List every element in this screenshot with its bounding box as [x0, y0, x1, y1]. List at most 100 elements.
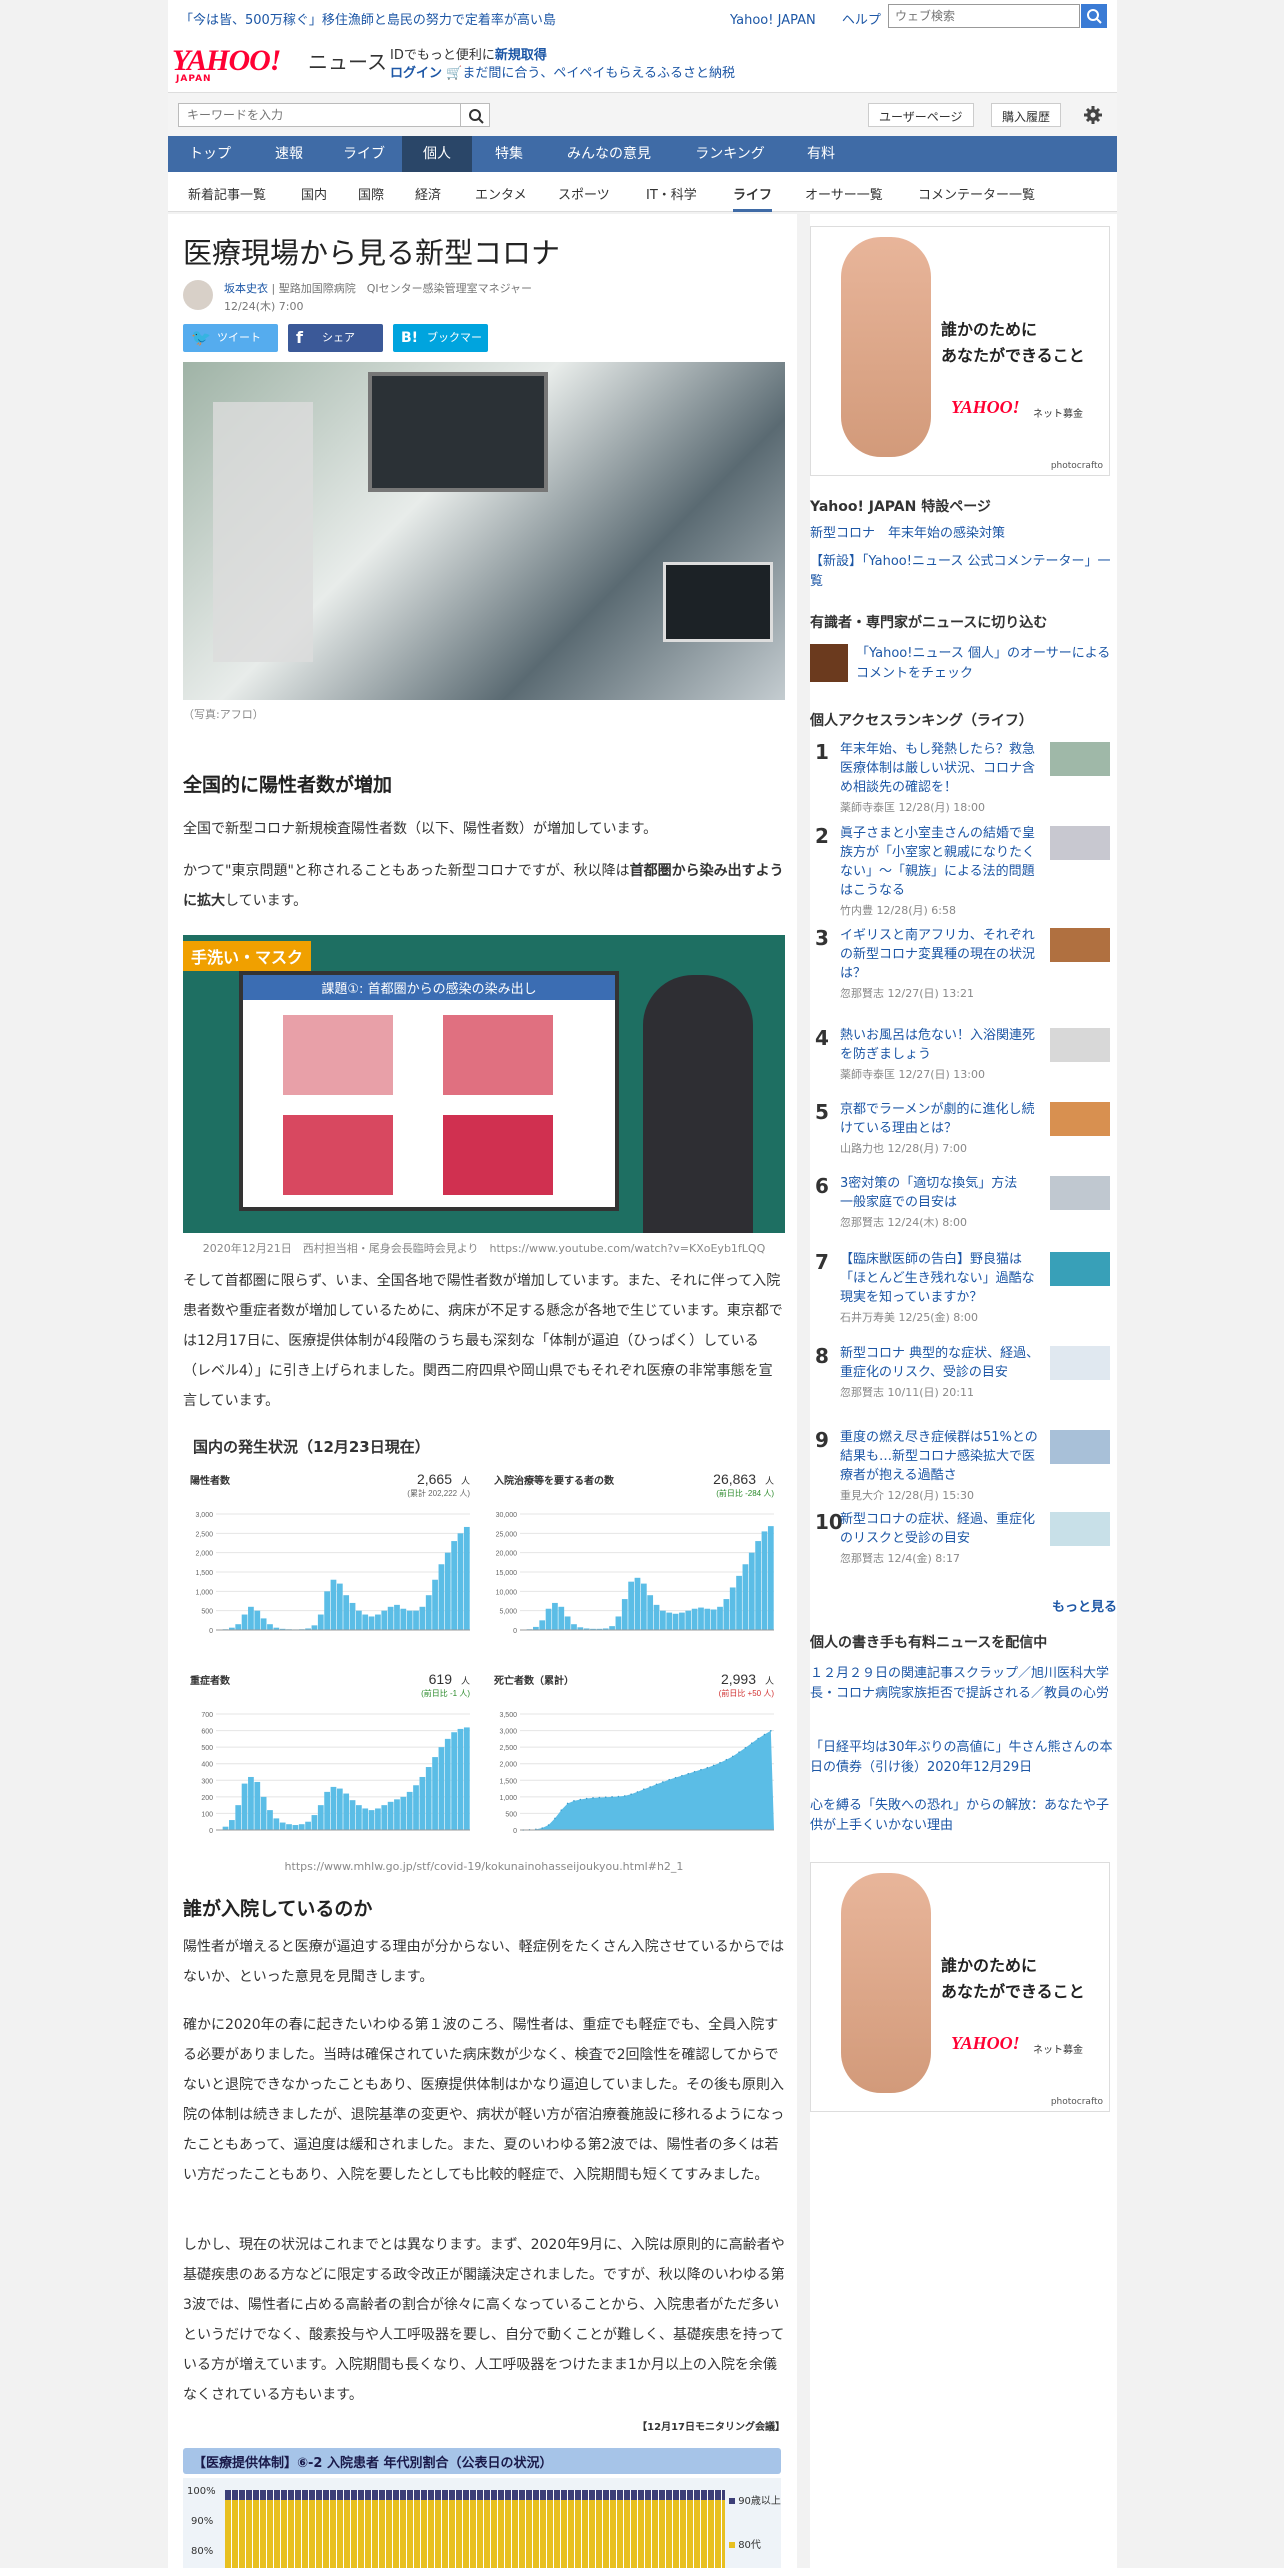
subnav-entertainment[interactable]: エンタメ — [475, 184, 527, 203]
y-tick-label: 1,000 — [499, 1795, 517, 1802]
user-page-button[interactable]: ユーザーページ — [868, 103, 974, 127]
ranking-thumbnail[interactable] — [1050, 1102, 1110, 1136]
nav-opinion[interactable]: みんなの意見 — [546, 136, 672, 172]
subnav-authors[interactable]: オーサー一覧 — [805, 184, 883, 203]
ranking-title-link[interactable]: 3密対策の「適切な換気」方法 一般家庭での目安は — [840, 1174, 1040, 1212]
bar — [539, 1620, 546, 1630]
paid-link-1[interactable]: １２月２９日の関連記事スクラップ／旭川医科大学長・コロナ病院家族拒否で提訴される… — [810, 1664, 1117, 1704]
top-links: Yahoo! JAPAN ヘルプ — [730, 9, 881, 28]
nav-paid[interactable]: 有料 — [788, 136, 854, 172]
ranking-more-link[interactable]: もっと見る — [1052, 1596, 1117, 1615]
bar — [279, 1822, 286, 1830]
subnav-latest[interactable]: 新着記事一覧 — [188, 184, 266, 203]
nav-live[interactable]: ライブ — [326, 136, 402, 172]
ranking-thumbnail[interactable] — [1050, 928, 1110, 962]
subnav-commentators[interactable]: コメンテーター一覧 — [918, 184, 1035, 203]
author-avatar[interactable] — [183, 280, 213, 310]
data-point — [706, 1766, 709, 1769]
bar — [400, 1608, 407, 1630]
special-link-2[interactable]: 【新設】「Yahoo!ニュース 公式コメンテーター」一覧 — [810, 552, 1117, 592]
ranking-item[interactable]: 9 重度の燃え尽き症候群は51%との結果も…新型コロナ感染拡大で医療者が抱える過酷… — [810, 1428, 1117, 1508]
bar — [736, 1575, 742, 1630]
ranking-item[interactable]: 10 新型コロナの症状、経過、重症化のリスクと受診の目安 忽那賢志 12/4(金) … — [810, 1510, 1117, 1590]
ranking-item[interactable]: 8 新型コロナ 典型的な症状、経過、重症化のリスク、受診の目安 忽那賢志 10/11… — [810, 1344, 1117, 1424]
subnav-sports[interactable]: スポーツ — [558, 184, 610, 203]
keyword-search-button[interactable] — [460, 103, 490, 127]
top-promo-link[interactable]: 「今は皆、500万稼ぐ」移住漁師と島民の努力で定着率が高い島 — [180, 9, 556, 28]
keyword-input[interactable] — [178, 103, 468, 127]
facebook-share-button[interactable]: f シェア — [288, 324, 383, 352]
data-point — [592, 1797, 594, 1799]
ranking-thumbnail[interactable] — [1050, 742, 1110, 776]
web-search-button[interactable] — [1081, 4, 1107, 28]
ranking-item[interactable]: 4 熱いお風呂は危ない！入浴関連死を防ぎましょう 薬師寺泰匡 12/27(日) 13… — [810, 1026, 1117, 1106]
ranking-title-link[interactable]: 京都でラーメンが劇的に進化し続けている理由とは？ — [840, 1100, 1040, 1138]
y-tick-label: 600 — [201, 1729, 213, 1736]
experts-thumbnail[interactable] — [810, 644, 848, 682]
ranking-thumbnail[interactable] — [1050, 1346, 1110, 1380]
paid-link-2[interactable]: 「日経平均は30年ぶりの高値に」牛さん熊さんの本日の債券（引け後）2020年12… — [810, 1738, 1117, 1778]
purchase-history-button[interactable]: 購入履歴 — [991, 103, 1062, 127]
subnav-life[interactable]: ライフ — [733, 184, 773, 212]
press-conference-photo[interactable]: 手洗い・マスク 課題①: 首都圏からの感染の染み出し — [183, 935, 785, 1233]
ranking-thumbnail[interactable] — [1050, 1176, 1110, 1210]
login-link[interactable]: ログイン — [390, 66, 442, 81]
ranking-thumbnail[interactable] — [1050, 1252, 1110, 1286]
nav-top[interactable]: トップ — [168, 136, 252, 172]
signup-link[interactable]: 新規取得 — [495, 48, 547, 63]
paid-link-3[interactable]: 心を縛る「失敗への恐れ」からの解放：あなたや子供が上手くいかない理由 — [810, 1796, 1117, 1836]
settings-button[interactable] — [1080, 103, 1106, 127]
special-link-1[interactable]: 新型コロナ 年末年始の感染対策 — [810, 524, 1117, 544]
bar — [229, 1820, 235, 1830]
nav-kojin[interactable]: 個人 — [402, 136, 472, 172]
subnav-economy[interactable]: 経済 — [415, 184, 441, 203]
ranking-title-link[interactable]: イギリスと南アフリカ、それぞれの新型コロナ変異種の現在の状況は？ — [840, 926, 1040, 983]
article-photo[interactable] — [183, 362, 785, 700]
bar — [545, 1608, 552, 1630]
ranking-title-link[interactable]: 年末年始、もし発熱したら？救急医療体制は厳しい状況、コロナ含め相談先の確認を！ — [840, 740, 1040, 797]
bar — [679, 1612, 685, 1630]
ranking-item[interactable]: 2 眞子さまと小室圭さんの結婚で皇族方が「小室家と親戚になりたくない」～「親族」に… — [810, 824, 1117, 917]
ranking-title-link[interactable]: 重度の燃え尽き症候群は51%との結果も…新型コロナ感染拡大で医療者が抱える過酷さ — [840, 1428, 1040, 1485]
ranking-thumbnail[interactable] — [1050, 1028, 1110, 1062]
ranking-item[interactable]: 1 年末年始、もし発熱したら？救急医療体制は厳しい状況、コロナ含め相談先の確認を！… — [810, 740, 1117, 820]
nav-ranking[interactable]: ランキング — [672, 136, 788, 172]
nav-breaking[interactable]: 速報 — [252, 136, 326, 172]
author-name-link[interactable]: 坂本史衣 — [224, 282, 268, 295]
ranking-title-link[interactable]: 熱いお風呂は危ない！入浴関連死を防ぎましょう — [840, 1026, 1040, 1064]
nav-feature[interactable]: 特集 — [472, 136, 546, 172]
data-point — [655, 1783, 658, 1786]
ranking-item[interactable]: 3 イギリスと南アフリカ、それぞれの新型コロナ変異種の現在の状況は？ 忽那賢志 12… — [810, 926, 1117, 1006]
article-title: 医療現場から見る新型コロナ — [183, 236, 561, 270]
subnav-world[interactable]: 国際 — [358, 184, 384, 203]
yahoo-japan-link[interactable]: Yahoo! JAPAN — [730, 13, 816, 28]
subnav-domestic[interactable]: 国内 — [301, 184, 327, 203]
ranking-item[interactable]: 7 【臨床獣医師の告白】野良猫は「ほとんど生き残れない」過酷な現実を知っていますか… — [810, 1250, 1117, 1330]
experts-link[interactable]: 「Yahoo!ニュース 個人」のオーサーによるコメントをチェック — [856, 644, 1116, 684]
furusato-link[interactable]: まだ間に合う、ペイペイもらえるふるさと納税 — [462, 66, 735, 81]
yahoo-logo[interactable]: YAHOO! — [172, 44, 281, 78]
bar — [666, 1612, 673, 1630]
y-tick-label: 5,000 — [499, 1609, 517, 1616]
y-tick-label: 3,000 — [499, 1729, 517, 1736]
donation-ad-bottom[interactable]: 誰かのために あなたができること YAHOO! ネット募金 photocrafto — [810, 1862, 1110, 2112]
subnav-it-science[interactable]: IT・科学 — [646, 184, 697, 203]
y-tick-label: 100 — [201, 1811, 213, 1818]
data-point — [611, 1796, 613, 1798]
help-link[interactable]: ヘルプ — [842, 13, 881, 28]
ranking-item[interactable]: 5 京都でラーメンが劇的に進化し続けている理由とは？ 山路力也 12/28(月) 7… — [810, 1100, 1117, 1180]
ranking-item[interactable]: 6 3密対策の「適切な換気」方法 一般家庭での目安は 忽那賢志 12/24(木) 8… — [810, 1174, 1117, 1254]
ranking-thumbnail[interactable] — [1050, 1512, 1110, 1546]
donation-ad-top[interactable]: 誰かのために あなたができること YAHOO! ネット募金 photocrafto — [810, 226, 1110, 476]
ranking-thumbnail[interactable] — [1050, 1430, 1110, 1464]
bar — [609, 1626, 615, 1630]
ranking-title-link[interactable]: 【臨床獣医師の告白】野良猫は「ほとんど生き残れない」過酷な現実を知っていますか？ — [840, 1250, 1040, 1307]
hatena-bookmark-button[interactable]: B!ブックマーク — [393, 324, 488, 372]
web-search-input[interactable] — [888, 4, 1080, 28]
ranking-thumbnail[interactable] — [1050, 826, 1110, 860]
news-logo[interactable]: ニュース — [308, 46, 387, 75]
ranking-title-link[interactable]: 新型コロナの症状、経過、重症化のリスクと受診の目安 — [840, 1510, 1040, 1548]
ranking-title-link[interactable]: 眞子さまと小室圭さんの結婚で皇族方が「小室家と親戚になりたくない」～「親族」によ… — [840, 824, 1040, 900]
tweet-button[interactable]: 🐦 ツイート — [183, 324, 278, 352]
ranking-title-link[interactable]: 新型コロナ 典型的な症状、経過、重症化のリスク、受診の目安 — [840, 1344, 1040, 1382]
